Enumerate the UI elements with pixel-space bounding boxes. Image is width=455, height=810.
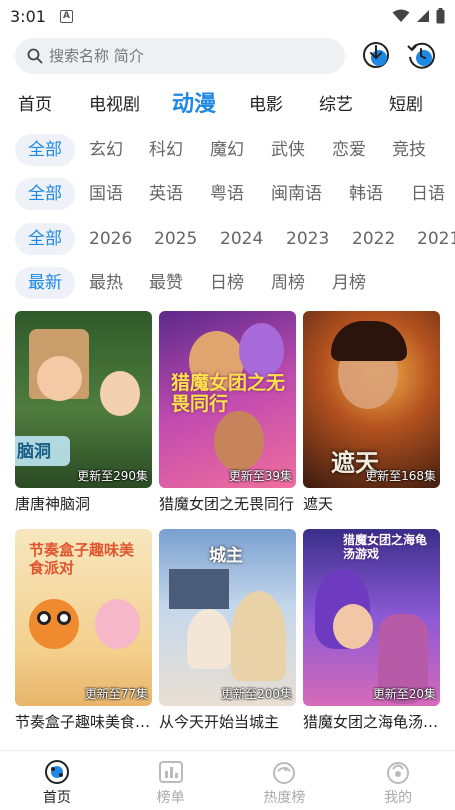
nav-ranking[interactable]: 榜单	[114, 751, 228, 810]
nav-label: 首页	[42, 790, 71, 806]
year-chip[interactable]: 2023	[286, 223, 329, 255]
tab-variety[interactable]: 综艺	[319, 90, 353, 115]
language-chip[interactable]: 闽南语	[271, 178, 322, 210]
episode-badge: 更新至168集	[365, 469, 436, 483]
episode-badge: 更新至20集	[372, 687, 436, 701]
tab-short-drama[interactable]: 短剧	[389, 90, 423, 115]
nav-home[interactable]: 首页	[0, 751, 114, 810]
wifi-icon	[392, 9, 410, 22]
tab-movies[interactable]: 电影	[249, 90, 283, 115]
poster-text: 猎魔女团之无畏同行	[171, 372, 286, 415]
sort-chip[interactable]: 最热	[89, 267, 123, 299]
home-planet-icon	[44, 760, 69, 784]
tab-anime[interactable]: 动漫	[172, 86, 216, 118]
video-poster[interactable]: 脑洞 更新至290集	[15, 311, 152, 488]
nav-label: 我的	[384, 790, 413, 806]
genre-chip[interactable]: 玄幻	[89, 134, 123, 166]
download-icon[interactable]	[361, 40, 391, 70]
status-time: 3:01	[10, 6, 46, 26]
year-chip[interactable]: 2025	[154, 223, 197, 255]
genre-chip[interactable]: 魔幻	[210, 134, 244, 166]
sort-chip-latest[interactable]: 最新	[15, 267, 75, 299]
episode-badge: 更新至290集	[77, 469, 148, 483]
signal-icon	[417, 10, 429, 22]
video-title: 遮天	[303, 495, 334, 513]
year-chip[interactable]: 2024	[220, 223, 263, 255]
episode-badge: 更新至39集	[228, 469, 292, 483]
battery-icon	[436, 8, 445, 24]
video-card[interactable]: 脑洞 更新至290集 唐唐神脑洞	[15, 311, 152, 514]
sort-chip[interactable]: 周榜	[271, 267, 305, 299]
profile-icon	[387, 762, 410, 784]
nav-profile[interactable]: 我的	[341, 751, 455, 810]
video-poster[interactable]: 节奏盒子趣味美食派对 更新至77集	[15, 529, 152, 706]
history-icon[interactable]	[406, 40, 436, 70]
genre-chip[interactable]: 恋爱	[332, 134, 366, 166]
video-card[interactable]: 遮天 更新至168集 遮天	[303, 311, 440, 514]
status-icons	[392, 8, 445, 24]
video-poster[interactable]: 遮天 更新至168集	[303, 311, 440, 488]
sort-filter-row: 最新 最热 最赞 日榜 周榜 月榜	[15, 267, 455, 299]
tab-tv-series[interactable]: 电视剧	[89, 90, 140, 115]
language-chip-all[interactable]: 全部	[15, 178, 75, 210]
genre-filter-row: 全部 玄幻 科幻 魔幻 武侠 恋爱 竞技	[15, 134, 455, 166]
poster-text: 猎魔女团之海龟汤游戏	[343, 533, 428, 561]
nav-hot-list[interactable]: 热度榜	[228, 751, 342, 810]
poster-text: 节奏盒子趣味美食派对	[29, 541, 135, 577]
a-badge-icon: A	[59, 9, 73, 23]
episode-badge: 更新至200集	[221, 687, 292, 701]
video-card[interactable]: 节奏盒子趣味美食派对 更新至77集 节奏盒子趣味美食派对	[15, 529, 152, 732]
fire-ball-icon	[273, 762, 296, 784]
sort-chip[interactable]: 月榜	[332, 267, 366, 299]
video-title: 猎魔女团之海龟汤游戏	[303, 713, 440, 731]
chart-icon	[158, 761, 183, 783]
nav-label: 榜单	[156, 790, 185, 806]
year-filter-row: 全部 2026 2025 2024 2023 2022 2021	[15, 223, 455, 255]
video-card[interactable]: 城主 更新至200集 从今天开始当城主	[159, 529, 296, 732]
language-chip[interactable]: 粤语	[210, 178, 244, 210]
video-title: 猎魔女团之无畏同行	[159, 495, 295, 513]
tab-home[interactable]: 首页	[18, 90, 52, 115]
year-chip[interactable]: 2026	[89, 223, 132, 255]
language-chip[interactable]: 日语	[411, 178, 445, 210]
search-icon	[27, 48, 43, 64]
video-poster[interactable]: 猎魔女团之无畏同行 更新至39集	[159, 311, 296, 488]
nav-label: 热度榜	[263, 790, 306, 806]
video-title: 节奏盒子趣味美食派对	[15, 713, 152, 731]
language-filter-row: 全部 国语 英语 粤语 闽南语 韩语 日语	[15, 178, 455, 210]
video-title: 从今天开始当城主	[159, 713, 280, 731]
video-poster[interactable]: 城主 更新至200集	[159, 529, 296, 706]
genre-chip[interactable]: 武侠	[271, 134, 305, 166]
sort-chip[interactable]: 日榜	[210, 267, 244, 299]
video-card[interactable]: 猎魔女团之无畏同行 更新至39集 猎魔女团之无畏同行	[159, 311, 296, 514]
poster-text: 城主	[209, 546, 243, 566]
year-chip-all[interactable]: 全部	[15, 223, 75, 255]
search-input[interactable]	[49, 47, 309, 65]
genre-chip[interactable]: 科幻	[149, 134, 183, 166]
video-poster[interactable]: 猎魔女团之海龟汤游戏 更新至20集	[303, 529, 440, 706]
language-chip[interactable]: 韩语	[349, 178, 383, 210]
status-bar: 3:01 A	[0, 0, 455, 32]
language-chip[interactable]: 国语	[89, 178, 123, 210]
sort-chip[interactable]: 最赞	[149, 267, 183, 299]
bottom-nav: 首页 榜单 热度榜 我的	[0, 750, 455, 810]
category-tabs: 首页 电视剧 动漫 电影 综艺 短剧	[0, 84, 455, 118]
video-title: 唐唐神脑洞	[15, 495, 91, 513]
poster-text: 脑洞	[17, 442, 51, 462]
year-chip[interactable]: 2021	[417, 223, 455, 255]
genre-chip-all[interactable]: 全部	[15, 134, 75, 166]
year-chip[interactable]: 2022	[352, 223, 395, 255]
search-box[interactable]	[15, 38, 345, 74]
genre-chip[interactable]: 竞技	[392, 134, 426, 166]
language-chip[interactable]: 英语	[149, 178, 183, 210]
episode-badge: 更新至77集	[84, 687, 148, 701]
video-card[interactable]: 猎魔女团之海龟汤游戏 更新至20集 猎魔女团之海龟汤游戏	[303, 529, 440, 732]
